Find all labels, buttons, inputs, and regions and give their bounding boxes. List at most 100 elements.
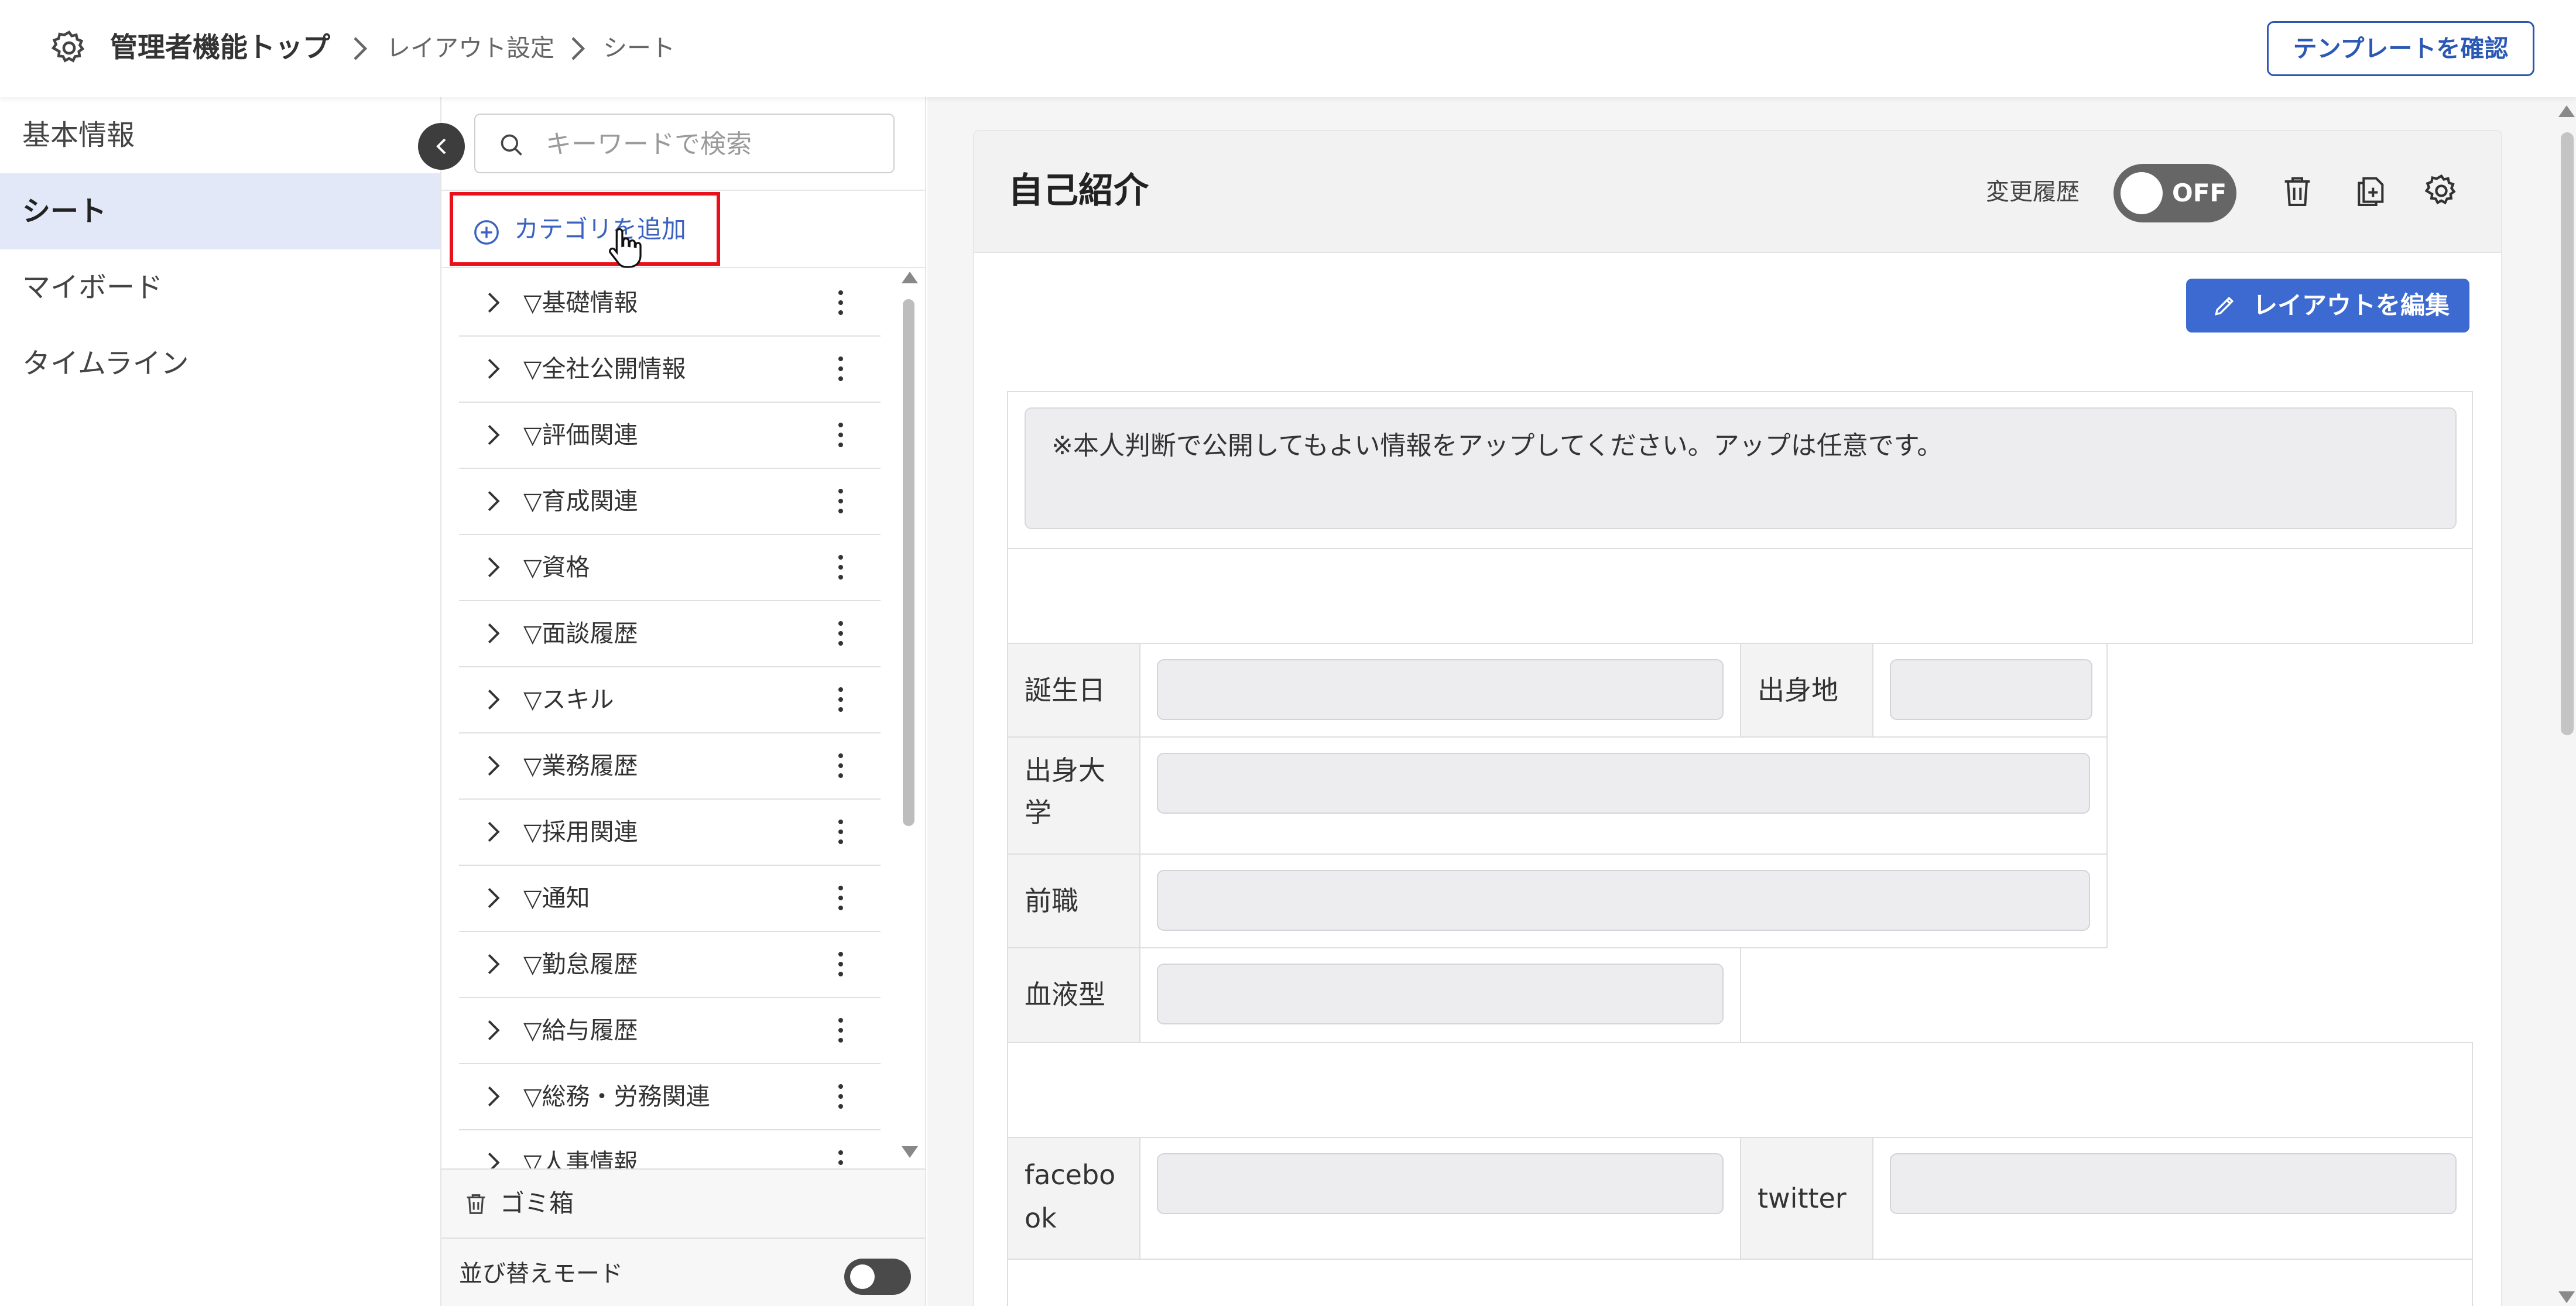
sort-mode-row: 並び替えモード <box>441 1238 925 1306</box>
blank-row <box>1007 1259 2473 1306</box>
list-item[interactable]: ▽面談履歴 <box>459 601 881 667</box>
history-toggle[interactable]: OFF <box>2113 164 2236 222</box>
history-toggle-state: OFF <box>2172 179 2227 207</box>
category-panel: カテゴリを追加 ▽基礎情報 ▽全社公開情報 ▽評価関連 ▽育成関連 ▽資格 <box>440 97 926 1306</box>
note-section: ※本人判断で公開してもよい情報をアップしてください。アップは任意です。 <box>1007 391 2473 549</box>
list-item[interactable]: ▽育成関連 <box>459 469 881 535</box>
category-label: ▽通知 <box>523 884 590 912</box>
birthplace-label: 出身地 <box>1740 643 1873 738</box>
trash-button[interactable]: ゴミ箱 <box>441 1168 925 1238</box>
birthplace-cell <box>1872 643 2108 738</box>
chevron-right-icon <box>488 293 500 313</box>
list-item[interactable]: ▽業務履歴 <box>459 733 881 800</box>
chevron-right-icon <box>488 954 500 974</box>
list-item[interactable]: ▽総務・労務関連 <box>459 1064 881 1130</box>
left-nav: 基本情報 シート マイボード タイムライン <box>0 97 440 1306</box>
birthplace-field[interactable] <box>1890 659 2092 720</box>
nav-item-basic-info[interactable]: 基本情報 <box>0 97 440 173</box>
scroll-down-arrow[interactable] <box>902 1146 918 1158</box>
list-item[interactable]: ▽通知 <box>459 866 881 932</box>
more-options-icon[interactable] <box>835 1082 847 1111</box>
view-template-button[interactable]: テンプレートを確認 <box>2267 21 2534 76</box>
category-label: ▽評価関連 <box>523 421 638 449</box>
trash-icon[interactable] <box>2279 172 2316 210</box>
history-label: 変更履歴 <box>1986 179 2080 205</box>
facebook-field[interactable] <box>1157 1153 1724 1214</box>
chevron-right-icon <box>488 425 500 445</box>
list-item[interactable]: ▽スキル <box>459 667 881 733</box>
more-options-icon[interactable] <box>835 883 847 913</box>
settings-gear-icon[interactable] <box>2423 172 2460 210</box>
search-input[interactable] <box>546 123 885 165</box>
breadcrumb-sheet: シート <box>603 34 675 62</box>
nav-item-myboard[interactable]: マイボード <box>0 249 440 325</box>
more-options-icon[interactable] <box>835 949 847 979</box>
facebook-cell <box>1139 1137 1741 1260</box>
category-label: ▽育成関連 <box>523 487 638 515</box>
list-item[interactable]: ▽評価関連 <box>459 403 881 469</box>
blood-type-label: 血液型 <box>1007 947 1140 1043</box>
more-options-icon[interactable] <box>835 354 847 383</box>
list-item[interactable]: ▽給与履歴 <box>459 998 881 1064</box>
divider <box>441 190 925 191</box>
more-options-icon[interactable] <box>835 619 847 648</box>
more-options-icon[interactable] <box>835 553 847 582</box>
more-options-icon[interactable] <box>835 420 847 450</box>
divider <box>441 267 925 268</box>
breadcrumb-root[interactable]: 管理者機能トップ <box>110 29 330 67</box>
list-item[interactable]: ▽勤怠履歴 <box>459 932 881 998</box>
birthday-field[interactable] <box>1157 659 1724 720</box>
sheet-form: ※本人判断で公開してもよい情報をアップしてください。アップは任意です。 誕生日 … <box>1007 391 2473 1306</box>
main-area: 自己紹介 変更履歴 OFF レイアウトを編集 ※本人判断で公開してもよい情報をア… <box>927 97 2576 1306</box>
blood-type-field[interactable] <box>1157 964 1724 1024</box>
category-label: ▽資格 <box>523 553 590 581</box>
page-scrollbar[interactable] <box>2561 132 2574 735</box>
university-field[interactable] <box>1157 753 2090 814</box>
more-options-icon[interactable] <box>835 288 847 317</box>
list-item[interactable]: ▽採用関連 <box>459 800 881 866</box>
list-item[interactable]: ▽全社公開情報 <box>459 337 881 403</box>
chevron-right-icon <box>488 690 500 709</box>
nav-item-sheet[interactable]: シート <box>0 173 440 249</box>
chevron-right-icon <box>488 822 500 842</box>
chevron-right-icon <box>488 359 500 379</box>
more-options-icon[interactable] <box>835 751 847 780</box>
copy-add-icon[interactable] <box>2351 172 2389 210</box>
category-scrollbar[interactable] <box>903 299 914 826</box>
category-label: ▽総務・労務関連 <box>523 1082 710 1110</box>
more-options-icon[interactable] <box>835 817 847 846</box>
page-scroll-up-arrow[interactable] <box>2558 105 2575 117</box>
more-options-icon[interactable] <box>835 685 847 714</box>
chevron-right-icon <box>488 557 500 577</box>
category-list: ▽基礎情報 ▽全社公開情報 ▽評価関連 ▽育成関連 ▽資格 ▽面談履歴 ▽スキル… <box>459 270 881 1266</box>
breadcrumb-layout-settings[interactable]: レイアウト設定 <box>386 32 554 64</box>
more-options-icon[interactable] <box>835 486 847 516</box>
previous-job-field[interactable] <box>1157 870 2090 931</box>
edit-layout-button[interactable]: レイアウトを編集 <box>2186 279 2469 333</box>
chevron-right-icon <box>488 1086 500 1106</box>
nav-item-timeline[interactable]: タイムライン <box>0 325 440 402</box>
sort-mode-toggle[interactable] <box>844 1259 911 1295</box>
twitter-field[interactable] <box>1890 1153 2457 1214</box>
more-options-icon[interactable] <box>835 1016 847 1045</box>
list-item[interactable]: ▽資格 <box>459 535 881 601</box>
sheet-header: 自己紹介 変更履歴 OFF <box>974 131 2501 253</box>
category-label: ▽勤怠履歴 <box>523 950 638 978</box>
birthday-cell <box>1139 643 1741 738</box>
category-label: ▽基礎情報 <box>523 289 638 317</box>
sheet-title: 自己紹介 <box>1008 170 1149 211</box>
chevron-right-icon <box>488 1020 500 1040</box>
list-item[interactable]: ▽基礎情報 <box>459 270 881 337</box>
blank-row <box>1007 1042 2473 1138</box>
edit-layout-label: レイアウトを編集 <box>2253 291 2450 320</box>
add-category-button[interactable]: カテゴリを追加 <box>450 192 720 266</box>
previous-job-cell <box>1139 853 2108 948</box>
page-scroll-down-arrow[interactable] <box>2558 1291 2575 1303</box>
scroll-up-arrow[interactable] <box>902 272 918 283</box>
app-header: 管理者機能トップ レイアウト設定 シート テンプレートを確認 <box>0 0 2576 97</box>
collapse-sidebar-button[interactable] <box>418 123 465 170</box>
birthday-label: 誕生日 <box>1007 643 1140 738</box>
category-label: ▽全社公開情報 <box>523 355 686 383</box>
chevron-right-icon <box>488 623 500 643</box>
search-box[interactable] <box>474 114 895 173</box>
